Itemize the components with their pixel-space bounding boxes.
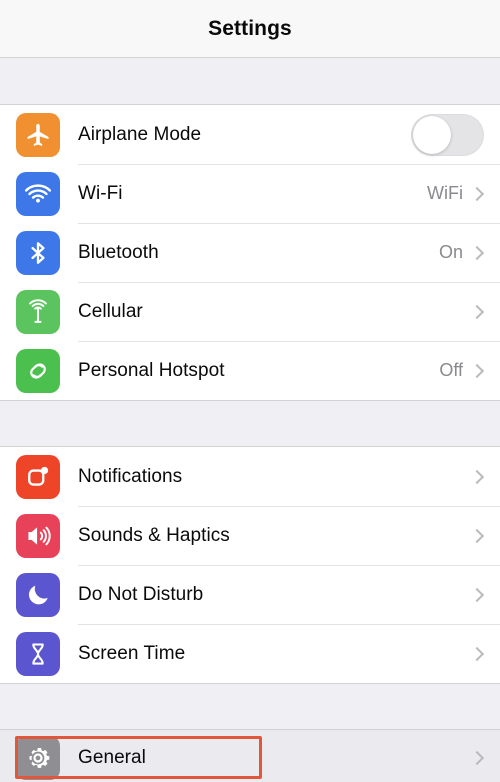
- chevron-right-icon: [469, 304, 485, 319]
- gear-icon: [16, 735, 60, 780]
- settings-row-value: On: [438, 242, 463, 262]
- speaker-icon: [16, 513, 60, 558]
- airplane-icon: [16, 112, 60, 157]
- settings-row-label: Personal Hotspot: [78, 359, 225, 381]
- section-gap-1: [0, 401, 500, 446]
- moon-icon: [16, 572, 60, 617]
- settings-row-wifi[interactable]: Wi-Fi WiFi: [0, 164, 500, 223]
- notifications-icon: [16, 454, 60, 499]
- settings-row-label: Airplane Mode: [78, 123, 202, 145]
- airplane-mode-toggle[interactable]: [411, 113, 484, 156]
- chevron-right-icon: [469, 750, 485, 765]
- chevron-right-icon: [469, 363, 485, 378]
- settings-screen: Settings Airplane Mode Wi-Fi WiFi Blueto…: [0, 0, 500, 782]
- settings-row-bluetooth[interactable]: Bluetooth On: [0, 223, 500, 282]
- settings-group-alerts: Notifications Sounds & Haptics Do Not Di…: [0, 446, 500, 684]
- chevron-right-icon: [469, 528, 485, 543]
- settings-group-system: General: [0, 729, 500, 782]
- chevron-right-icon: [469, 469, 485, 484]
- settings-row-general[interactable]: General: [0, 730, 500, 782]
- wifi-icon: [16, 171, 60, 216]
- navigation-bar: Settings: [0, 0, 500, 58]
- settings-row-label: Sounds & Haptics: [78, 524, 230, 546]
- settings-row-label: Do Not Disturb: [78, 583, 204, 605]
- settings-row-cellular[interactable]: Cellular: [0, 282, 500, 341]
- settings-row-notifications[interactable]: Notifications: [0, 447, 500, 506]
- cellular-antenna-icon: [16, 289, 60, 334]
- chevron-right-icon: [469, 245, 485, 260]
- chevron-right-icon: [469, 587, 485, 602]
- page-title: Settings: [208, 16, 292, 40]
- section-gap-2: [0, 684, 500, 729]
- settings-row-label: Cellular: [78, 300, 143, 322]
- settings-row-value: Off: [439, 360, 463, 380]
- settings-group-connectivity: Airplane Mode Wi-Fi WiFi Bluetooth On Ce…: [0, 104, 500, 401]
- settings-row-label: Screen Time: [78, 642, 186, 664]
- toggle-knob: [413, 115, 451, 154]
- personal-hotspot-icon: [16, 348, 60, 393]
- settings-row-label: Notifications: [78, 465, 183, 487]
- settings-row-label: Bluetooth: [78, 241, 159, 263]
- settings-row-label: General: [78, 746, 146, 768]
- chevron-right-icon: [469, 646, 485, 661]
- settings-row-screen-time[interactable]: Screen Time: [0, 624, 500, 683]
- settings-row-sounds-haptics[interactable]: Sounds & Haptics: [0, 506, 500, 565]
- section-gap-top: [0, 58, 500, 104]
- settings-row-airplane-mode[interactable]: Airplane Mode: [0, 105, 500, 164]
- settings-row-label: Wi-Fi: [78, 182, 123, 204]
- bluetooth-icon: [16, 230, 60, 275]
- hourglass-icon: [16, 631, 60, 676]
- settings-row-personal-hotspot[interactable]: Personal Hotspot Off: [0, 341, 500, 400]
- chevron-right-icon: [469, 186, 485, 201]
- settings-row-do-not-disturb[interactable]: Do Not Disturb: [0, 565, 500, 624]
- settings-row-value: WiFi: [427, 183, 463, 203]
